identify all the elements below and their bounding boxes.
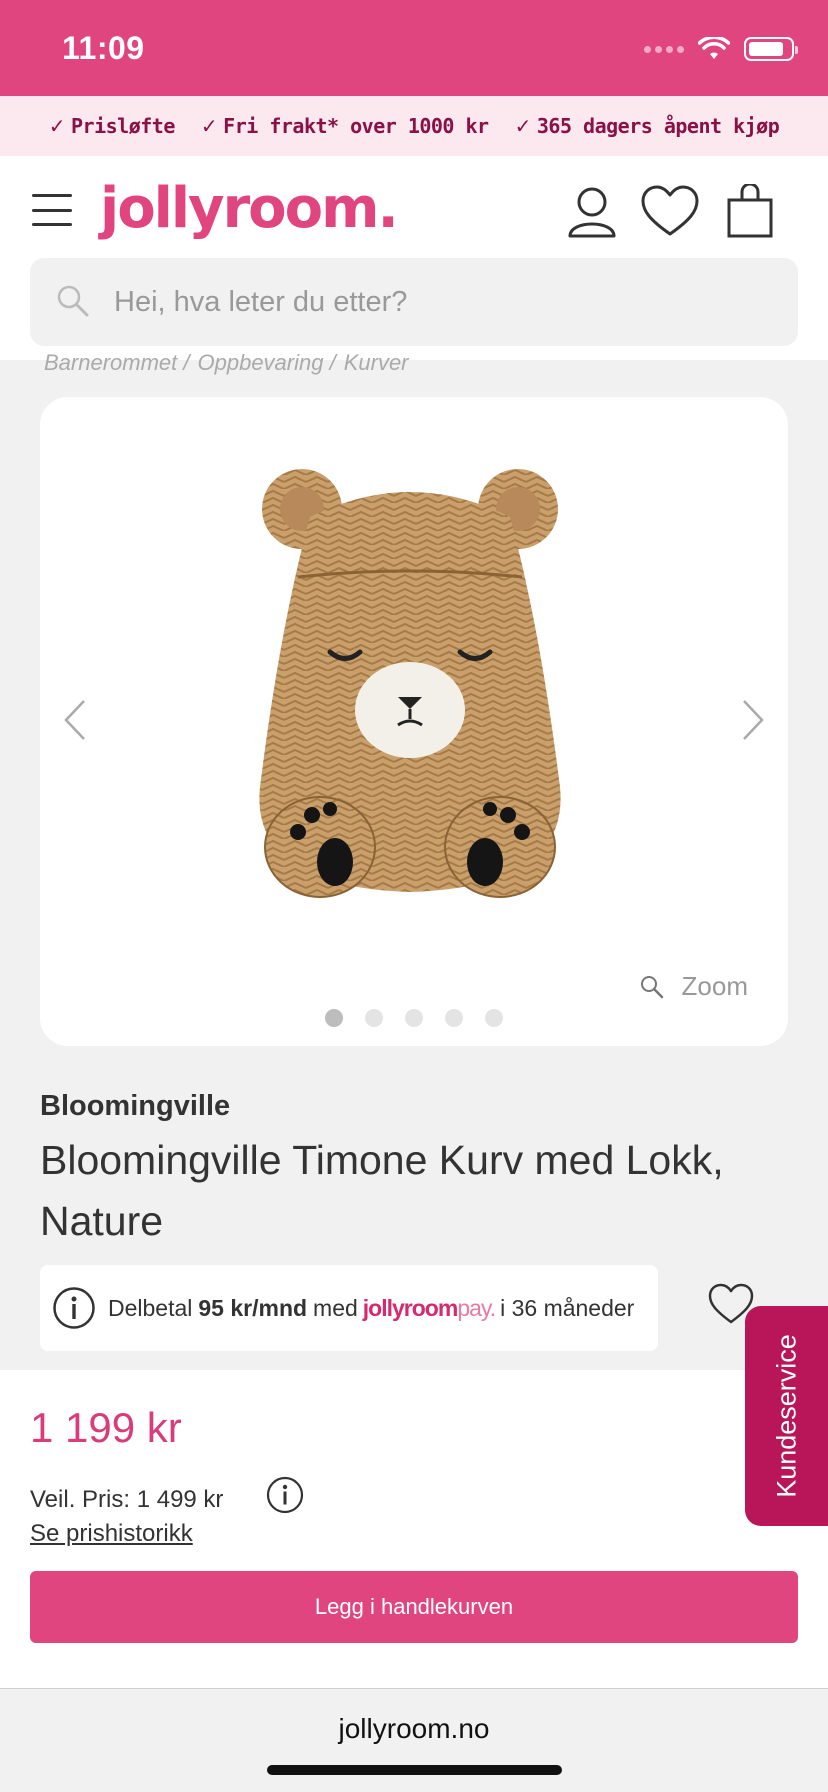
breadcrumb-item[interactable]: Oppbevaring / [198, 350, 336, 376]
browser-url-bar[interactable]: jollyroom.no [0, 1688, 828, 1792]
price-panel: 1 199 kr Veil. Pris: 1 499 kr Se prishis… [0, 1370, 828, 1688]
promo-bar: ✓ Prisløfte ✓ Fri frakt* over 1000 kr ✓ 365… [0, 96, 828, 156]
wishlist-icon[interactable] [640, 184, 700, 240]
status-bar: 11:09 [0, 0, 828, 96]
customer-service-tab[interactable]: Kundeservice [745, 1306, 828, 1526]
pager-dot[interactable] [485, 1009, 503, 1027]
search-bar[interactable] [30, 258, 798, 346]
info-icon[interactable] [266, 1476, 304, 1514]
check-icon: ✓ [48, 114, 66, 138]
url-text: jollyroom.no [338, 1713, 490, 1744]
info-icon [53, 1287, 95, 1329]
installment-info[interactable]: Delbetal 95 kr/mnd med jollyroompay. i 3… [40, 1265, 658, 1351]
recommended-price: Veil. Pris: 1 499 kr [30, 1486, 224, 1513]
gallery-pager [40, 1009, 788, 1027]
zoom-icon [640, 975, 663, 998]
breadcrumb-item[interactable]: Barnerommet / [44, 350, 190, 376]
promo-item: ✓ Fri frakt* over 1000 kr [200, 114, 489, 138]
chevron-left-icon[interactable] [60, 697, 90, 743]
price-history-link[interactable]: Se prishistorikk [30, 1520, 193, 1548]
check-icon: ✓ [200, 114, 218, 138]
pager-dot[interactable] [445, 1009, 463, 1027]
search-input[interactable] [114, 258, 754, 346]
wifi-icon [698, 37, 730, 59]
zoom-label: Zoom [681, 971, 748, 1001]
battery-icon [744, 37, 798, 61]
site-header: jollyroom. [0, 156, 828, 360]
menu-icon[interactable] [32, 194, 72, 226]
product-price: 1 199 kr [30, 1404, 182, 1451]
pager-dot-active[interactable] [325, 1009, 343, 1027]
search-icon [57, 285, 89, 317]
cart-icon[interactable] [724, 184, 776, 240]
installment-prefix: Delbetal [108, 1294, 193, 1321]
installment-suffix: i 36 måneder [500, 1294, 635, 1321]
add-to-cart-button[interactable]: Legg i handlekurven [30, 1571, 798, 1643]
installment-med: med [313, 1294, 358, 1321]
product-brand[interactable]: Bloomingville [40, 1090, 230, 1123]
installment-amount: 95 kr/mnd [198, 1294, 308, 1321]
product-image[interactable] [240, 447, 590, 917]
breadcrumb: Barnerommet / Oppbevaring / Kurver [44, 350, 409, 376]
site-logo[interactable]: jollyroom. [100, 176, 399, 241]
signal-icon [644, 45, 684, 53]
product-gallery: Zoom [40, 397, 788, 1046]
status-time: 11:09 [62, 30, 145, 66]
check-icon: ✓ [514, 114, 532, 138]
product-title: Bloomingville Timone Kurv med Lokk, Natu… [40, 1137, 724, 1244]
promo-item: ✓ 365 dagers åpent kjøp [514, 114, 780, 138]
status-icons [644, 34, 798, 64]
home-indicator[interactable] [267, 1765, 562, 1775]
promo-item: ✓ Prisløfte [48, 114, 176, 138]
pager-dot[interactable] [405, 1009, 423, 1027]
jollyroompay-logo: jollyroompay. [362, 1294, 496, 1321]
zoom-button[interactable]: Zoom [640, 971, 748, 1002]
account-icon[interactable] [566, 184, 618, 240]
pager-dot[interactable] [365, 1009, 383, 1027]
breadcrumb-item[interactable]: Kurver [344, 350, 409, 376]
chevron-right-icon[interactable] [738, 697, 768, 743]
customer-service-label: Kundeservice [771, 1334, 801, 1498]
